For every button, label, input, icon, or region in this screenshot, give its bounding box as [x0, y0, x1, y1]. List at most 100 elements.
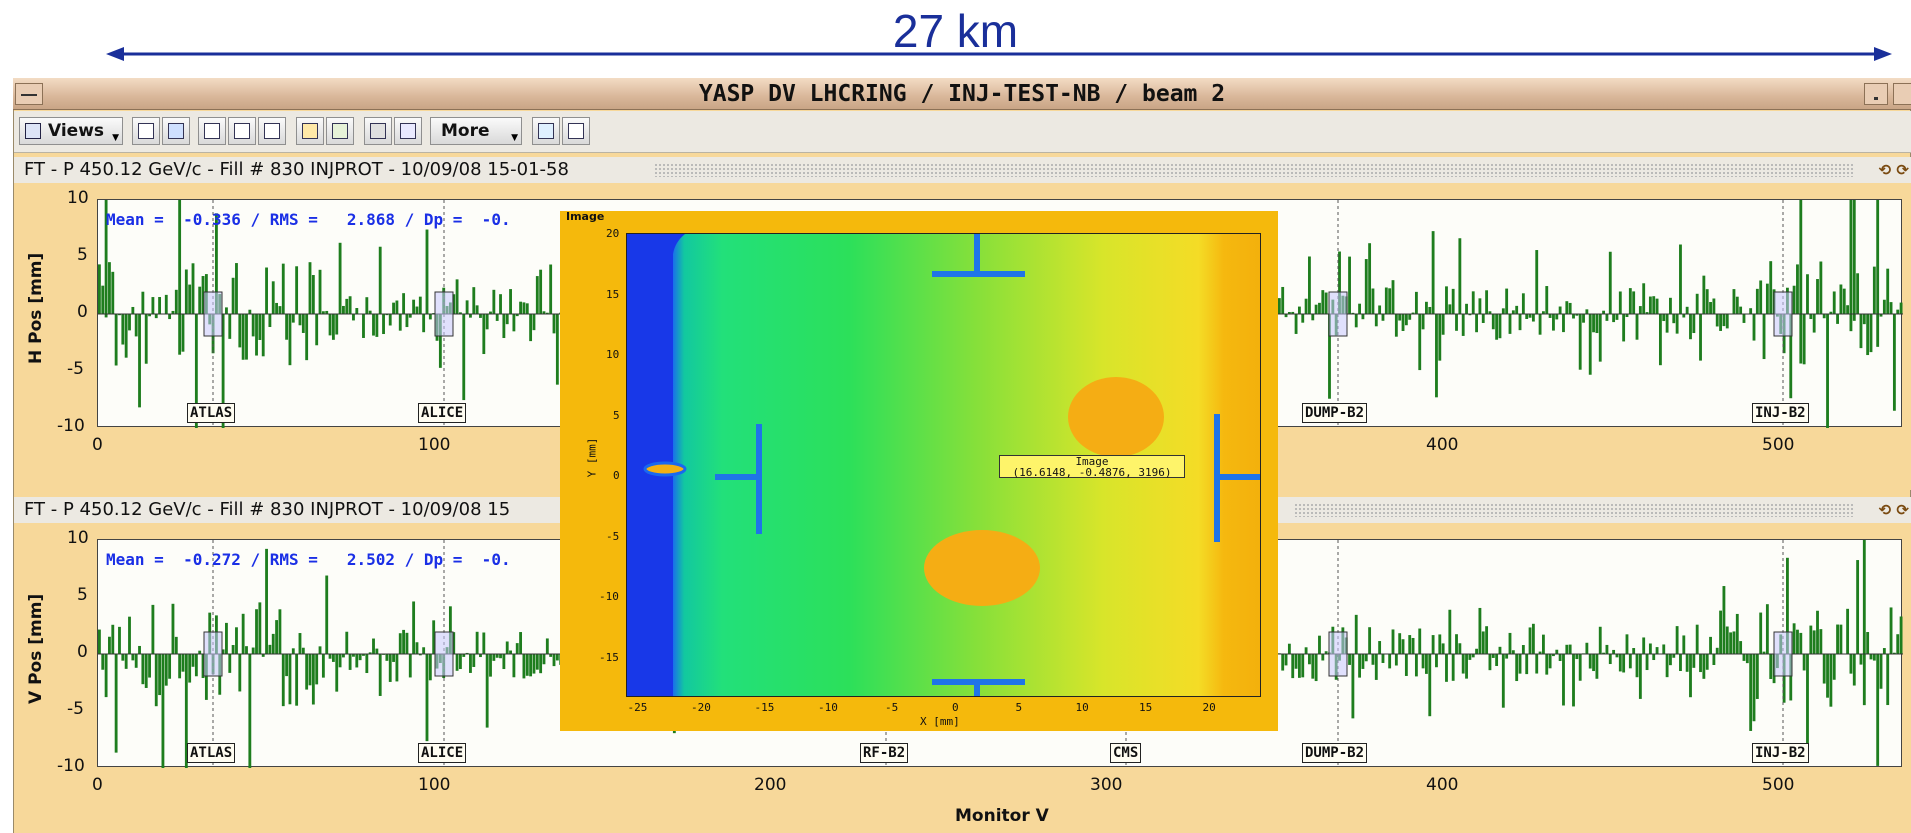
monitor-bar: [1695, 293, 1699, 314]
blank-view-button[interactable]: [364, 117, 392, 145]
monitor-bar: [1281, 286, 1285, 314]
monitor-bar: [352, 314, 355, 321]
monitor-bar: [1511, 650, 1515, 654]
monitor-bar: [1431, 231, 1435, 314]
monitor-bar: [1658, 314, 1662, 366]
monitor-bar: [1478, 607, 1482, 654]
monitor-bar: [355, 308, 359, 314]
monitor-bar: [1411, 637, 1415, 654]
monitor-bar: [502, 654, 506, 670]
monitor-bar: [1394, 314, 1398, 337]
monitor-bar: [1378, 305, 1382, 314]
monitor-bar: [402, 293, 406, 314]
v-ylabel: V Pos [mm]: [26, 593, 46, 704]
monitor-bar: [512, 654, 516, 678]
monitor-bar: [1304, 298, 1308, 314]
monitor-bar: [235, 263, 238, 314]
monitor-bar: [128, 314, 131, 331]
monitor-bar: [1732, 289, 1736, 314]
monitor-bar: [542, 654, 546, 665]
tiles-button[interactable]: [258, 117, 286, 145]
rows-button[interactable]: [228, 117, 256, 145]
monitor-bar: [489, 654, 492, 677]
monitor-bar: [318, 269, 322, 314]
monitor-bar: [1826, 654, 1829, 698]
monitor-bar: [1438, 314, 1442, 361]
settings-button[interactable]: [296, 117, 324, 145]
monitor-bar: [295, 654, 299, 706]
monitor-bar: [1455, 634, 1458, 654]
monitor-bar: [342, 305, 345, 314]
window-titlebar[interactable]: YASP DV LHCRING / INJ-TEST-NB / beam 2: [13, 78, 1911, 110]
layout-grid-zoom-button[interactable]: [162, 117, 190, 145]
monitor-bar: [1832, 654, 1836, 680]
toolbar: Views ▼ More ▼: [14, 111, 1911, 153]
monitor-bar: [1391, 629, 1395, 654]
monitor-bar: [121, 654, 125, 661]
monitor-bar: [251, 314, 255, 337]
monitor-bar: [1451, 288, 1455, 314]
monitor-bar: [455, 279, 459, 314]
monitor-bar: [1809, 625, 1813, 654]
views-button[interactable]: Views ▼: [19, 117, 123, 145]
image-ytick: -10: [599, 590, 619, 603]
monitor-bar: [1715, 647, 1719, 654]
monitor-bar: [1876, 654, 1880, 766]
monitor-bar: [1882, 299, 1886, 314]
monitor-bar: [1662, 644, 1666, 654]
monitor-bar: [138, 645, 141, 654]
monitor-bar: [1719, 610, 1722, 654]
monitor-bar: [131, 654, 135, 661]
monitor-bar: [345, 298, 349, 314]
refresh-icon[interactable]: ⟲ ⟳: [1879, 161, 1909, 179]
monitor-bar: [412, 601, 416, 654]
monitor-bar: [408, 314, 412, 318]
monitor-bar: [1378, 641, 1382, 654]
columns-button[interactable]: [198, 117, 226, 145]
list-button[interactable]: [326, 117, 354, 145]
monitor-bar: [1625, 634, 1629, 654]
maximize-button[interactable]: [1893, 83, 1911, 105]
monitor-bar: [225, 307, 228, 314]
monitor-bar: [1287, 643, 1291, 654]
v-xlabel: Monitor V: [955, 806, 1049, 826]
monitor-bar: [335, 314, 339, 335]
monitor-bar: [398, 633, 402, 654]
monitor-bar: [1719, 314, 1722, 331]
monitor-bar: [1348, 654, 1351, 665]
monitor-bar: [1545, 286, 1549, 314]
monitor-bar: [1792, 285, 1796, 314]
more-button[interactable]: More ▼: [430, 117, 522, 145]
monitor-bar: [519, 301, 523, 314]
monitor-bar: [1802, 654, 1806, 671]
monitor-bar: [1652, 654, 1656, 661]
image-xtick: -5: [885, 701, 899, 714]
monitor-bar: [362, 314, 365, 338]
monitor-bar: [1632, 291, 1636, 314]
export-button[interactable]: [532, 117, 560, 145]
layout-grid-button[interactable]: [132, 117, 160, 145]
monitor-bar: [1364, 259, 1368, 314]
monitor-bar: [1481, 631, 1485, 654]
monitor-bar: [1364, 654, 1368, 662]
upper-spot: [1068, 377, 1164, 457]
monitor-bar: [1752, 654, 1756, 722]
print-button[interactable]: [562, 117, 590, 145]
minimize-button[interactable]: [1864, 83, 1888, 105]
image-ytick: -5: [606, 529, 620, 543]
table-button[interactable]: [394, 117, 422, 145]
monitor-bar: [418, 296, 422, 314]
monitor-bar: [1832, 291, 1836, 314]
monitor-bar: [338, 242, 342, 314]
monitor-bar: [1321, 290, 1325, 314]
monitor-bar: [194, 654, 198, 677]
monitor-bar: [1645, 654, 1649, 671]
monitor-bar: [1565, 644, 1569, 654]
monitor-bar: [529, 654, 533, 677]
refresh-icon[interactable]: ⟲ ⟳: [1879, 501, 1909, 519]
ip-label: ATLAS: [187, 743, 236, 763]
monitor-bar: [108, 262, 111, 314]
columns-icon: [204, 123, 220, 139]
monitor-bar: [301, 314, 305, 333]
ytick-label: 10: [67, 188, 89, 208]
